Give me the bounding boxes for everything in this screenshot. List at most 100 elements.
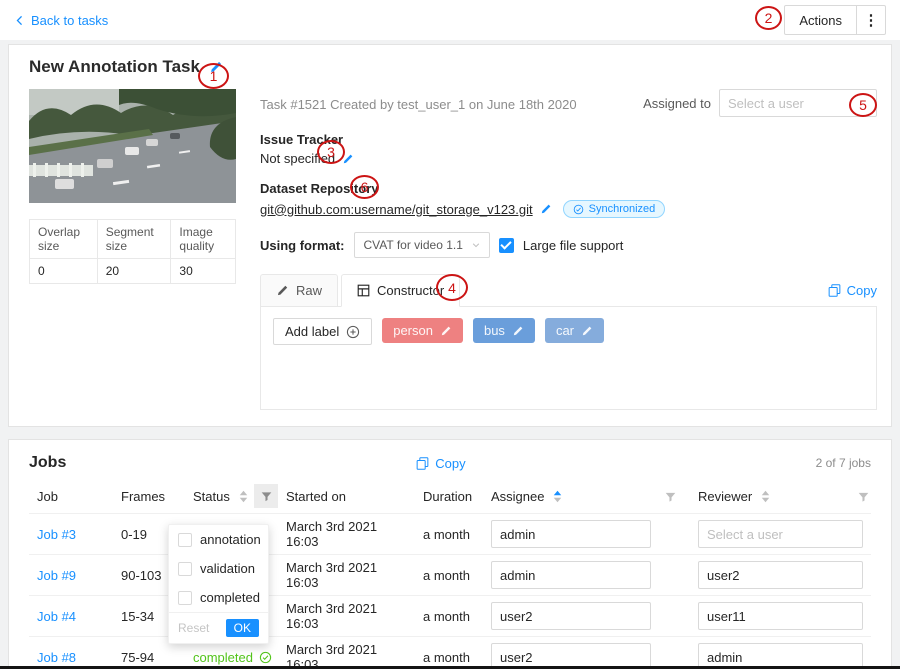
filter-option-validation[interactable]: validation [169,554,268,583]
more-options-icon[interactable]: ⋮ [857,11,885,29]
checkbox-unchecked[interactable] [178,533,192,547]
duration-cell: a month [423,568,470,583]
jobs-title: Jobs [29,454,66,472]
filter-ok-button[interactable]: OK [226,619,259,637]
assignee-select-input[interactable] [491,602,651,630]
filter-option-label: completed [200,590,260,605]
col-header-status: Status [193,489,230,504]
job-link[interactable]: Job #4 [37,609,76,624]
param-header-overlap: Overlap size [30,220,98,259]
issue-tracker-label: Issue Tracker [260,132,877,147]
job-link[interactable]: Job #3 [37,527,76,542]
job-link[interactable]: Job #9 [37,568,76,583]
frames-cell: 15-34 [121,609,154,624]
frames-cell: 75-94 [121,650,154,665]
assignee-filter-button[interactable] [665,491,676,502]
label-pill-person[interactable]: person [382,318,463,343]
jobs-table-header-row: Job Frames Status [29,480,871,514]
reviewer-select-input[interactable] [698,520,863,548]
frames-cell: 0-19 [121,527,147,542]
checkbox-unchecked[interactable] [178,591,192,605]
duration-cell: a month [423,527,470,542]
started-cell: March 3rd 2021 16:03 [286,560,377,590]
table-row: Job #9 90-103 March 3rd 2021 16:03 a mon… [29,555,871,596]
copy-label: Copy [435,456,465,471]
param-value-segment: 20 [97,259,171,284]
copy-label: Copy [847,283,877,298]
filter-option-completed[interactable]: completed [169,583,268,612]
dataset-repository-url[interactable]: git@github.com:username/git_storage_v123… [260,202,533,217]
annotation-circle-1: 1 [198,63,229,89]
frames-cell: 90-103 [121,568,161,583]
synchronized-badge: Synchronized [563,200,666,218]
sync-check-icon [573,204,584,215]
filter-funnel-icon [261,491,272,502]
label-pill-person-text: person [393,323,433,338]
edit-label-icon[interactable] [581,325,593,337]
assignee-select-input[interactable] [491,561,651,589]
reviewer-filter-button[interactable] [858,491,869,502]
large-file-support-checkbox[interactable] [499,238,514,253]
label-pill-car-text: car [556,323,574,338]
col-header-started: Started on [286,489,346,504]
jobs-count-text: 2 of 7 jobs [816,456,871,470]
col-header-frames: Frames [121,489,165,504]
copy-icon [828,284,841,297]
jobs-table: Job Frames Status [29,480,871,669]
filter-reset-button[interactable]: Reset [178,621,209,635]
tab-raw[interactable]: Raw [260,274,338,307]
duration-cell: a month [423,650,470,665]
assignee-select-input[interactable] [491,520,651,548]
tab-raw-label: Raw [296,283,322,298]
param-header-quality: Image quality [171,220,236,259]
reviewer-select-input[interactable] [698,561,863,589]
reviewer-select-input[interactable] [698,602,863,630]
add-label-button[interactable]: Add label [273,318,372,345]
annotation-circle-5: 5 [849,93,877,117]
table-row: Job #3 0-19 March 3rd 2021 16:03 a month [29,514,871,555]
param-value-overlap: 0 [30,259,98,284]
tab-constructor-label: Constructor [377,283,444,298]
annotation-circle-4: 4 [436,274,468,301]
label-pill-bus[interactable]: bus [473,318,535,343]
label-pill-bus-text: bus [484,323,505,338]
labels-tab-bar: Raw Constructor Copy [260,274,877,306]
status-sorter[interactable] [239,490,248,503]
col-header-reviewer: Reviewer [698,489,752,504]
check-circle-icon [259,651,272,664]
task-meta-text: Task #1521 Created by test_user_1 on Jun… [260,89,577,112]
col-header-duration: Duration [423,489,472,504]
status-filter-button[interactable] [254,484,278,508]
using-format-label: Using format: [260,238,345,253]
back-to-tasks-link[interactable]: Back to tasks [14,13,108,28]
assignee-sorter[interactable] [553,490,562,503]
started-cell: March 3rd 2021 16:03 [286,601,377,631]
annotation-circle-2: 2 [755,6,782,30]
copy-icon [416,457,429,470]
edit-label-icon[interactable] [440,325,452,337]
checkbox-unchecked[interactable] [178,562,192,576]
filter-option-label: annotation [200,532,261,547]
back-to-tasks-label: Back to tasks [31,13,108,28]
col-header-assignee: Assignee [491,489,544,504]
assigned-to-label: Assigned to [643,96,711,111]
copy-jobs-button[interactable]: Copy [416,456,465,471]
table-row: Job #4 15-34 March 3rd 2021 16:03 a mont… [29,596,871,637]
pencil-icon [276,284,289,297]
col-header-job: Job [37,489,58,504]
task-title: New Annotation Task [29,57,200,77]
actions-button[interactable]: Actions ⋮ [784,5,886,35]
task-preview-image [29,89,236,203]
label-pill-car[interactable]: car [545,318,604,343]
chevron-down-icon [471,240,481,250]
edit-label-icon[interactable] [512,325,524,337]
format-select[interactable]: CVAT for video 1.1 [354,232,490,258]
reviewer-sorter[interactable] [761,490,770,503]
filter-option-annotation[interactable]: annotation [169,525,268,554]
copy-labels-button[interactable]: Copy [828,283,877,306]
job-link[interactable]: Job #8 [37,650,76,665]
chevron-left-icon [14,14,25,27]
actions-label: Actions [785,13,856,28]
annotation-circle-6: 6 [350,175,379,199]
edit-repository-icon[interactable] [540,203,552,215]
